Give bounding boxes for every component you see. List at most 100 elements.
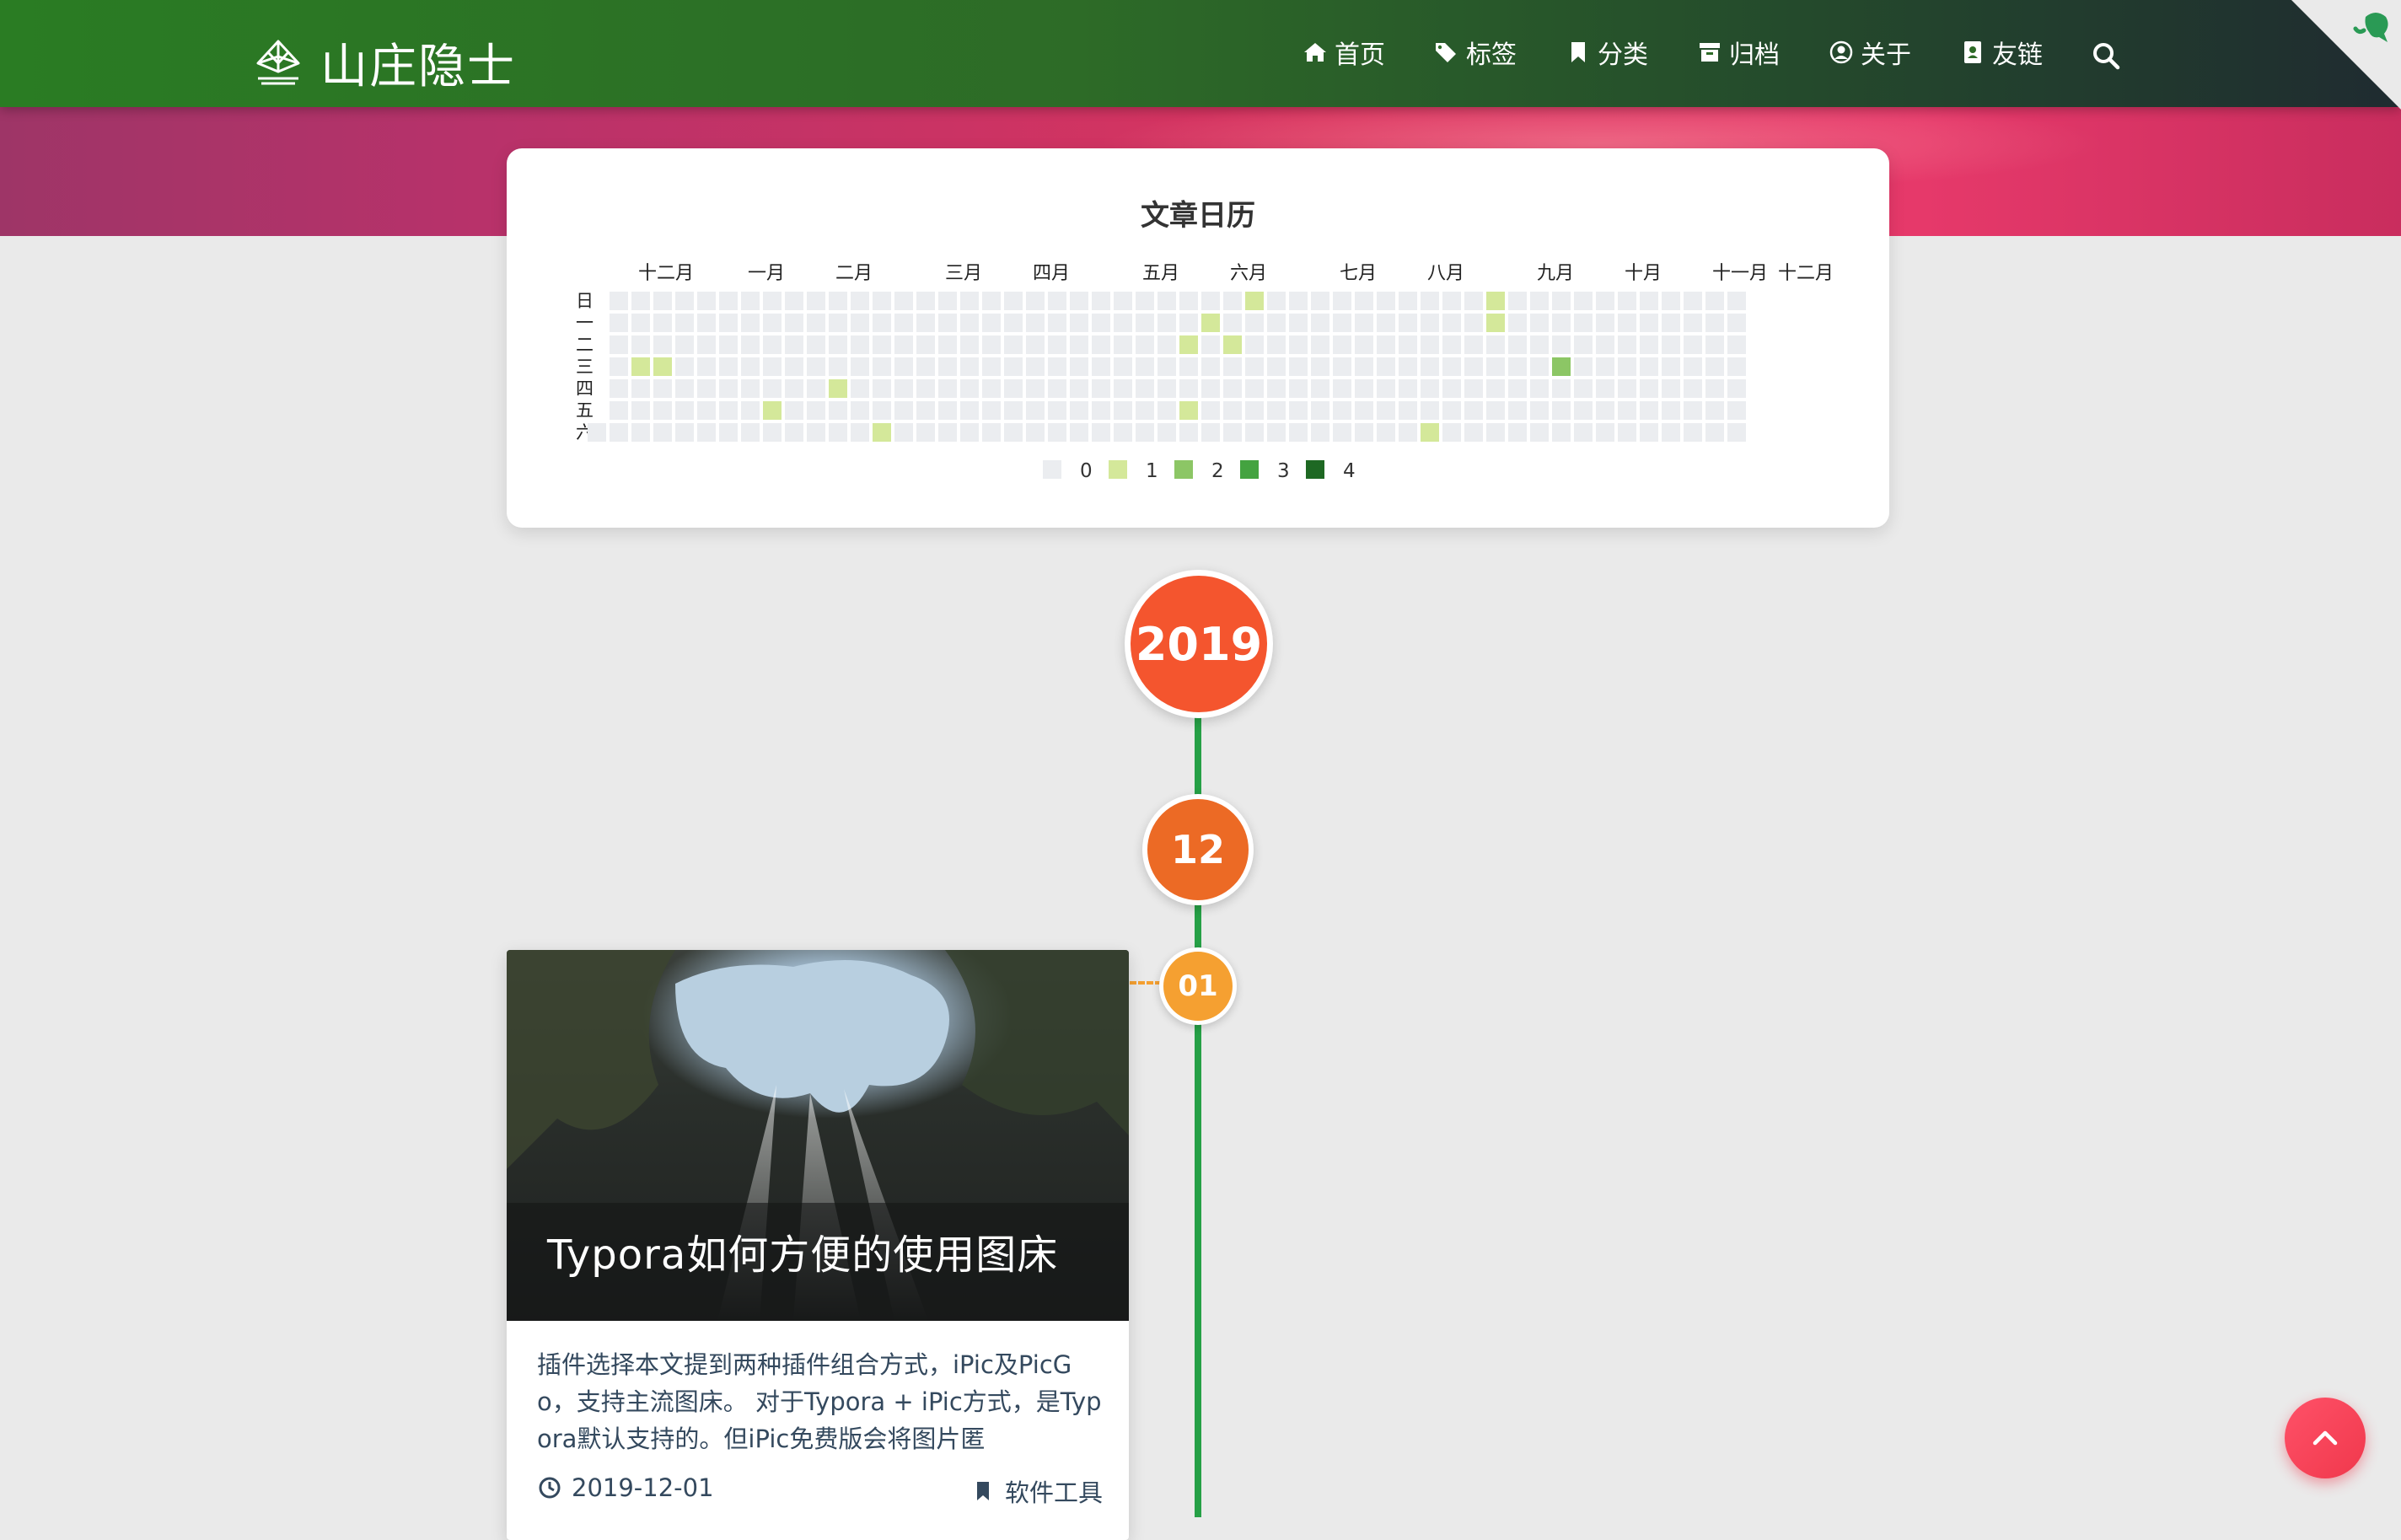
- calendar-day-cell[interactable]: [741, 379, 760, 398]
- calendar-day-cell[interactable]: [653, 379, 672, 398]
- calendar-day-cell[interactable]: [763, 314, 782, 332]
- calendar-day-cell[interactable]: [894, 423, 913, 442]
- calendar-day-cell[interactable]: [1158, 357, 1176, 376]
- calendar-day-cell[interactable]: [1355, 314, 1373, 332]
- calendar-day-cell[interactable]: [1552, 379, 1571, 398]
- calendar-day-cell[interactable]: [1311, 335, 1329, 354]
- calendar-day-cell[interactable]: [1705, 314, 1724, 332]
- calendar-day-cell[interactable]: [1662, 401, 1680, 420]
- calendar-day-cell[interactable]: [829, 423, 847, 442]
- calendar-day-cell[interactable]: [1705, 357, 1724, 376]
- calendar-day-cell[interactable]: [1158, 401, 1176, 420]
- calendar-day-cell[interactable]: [1092, 379, 1110, 398]
- calendar-day-cell[interactable]: [851, 335, 869, 354]
- calendar-day-cell[interactable]: [719, 401, 738, 420]
- calendar-day-cell[interactable]: [1311, 292, 1329, 310]
- calendar-day-cell[interactable]: [1399, 314, 1417, 332]
- calendar-day-cell[interactable]: [1333, 423, 1351, 442]
- calendar-day-cell[interactable]: [807, 314, 825, 332]
- calendar-day-cell[interactable]: [1136, 292, 1154, 310]
- calendar-day-cell[interactable]: [697, 401, 716, 420]
- calendar-day-cell[interactable]: [1705, 335, 1724, 354]
- calendar-day-cell[interactable]: [1421, 423, 1439, 442]
- post-cover-image[interactable]: Typora如何方便的使用图床: [507, 950, 1129, 1321]
- calendar-day-cell[interactable]: [1530, 335, 1549, 354]
- calendar-day-cell[interactable]: [960, 292, 979, 310]
- calendar-day-cell[interactable]: [1070, 357, 1088, 376]
- calendar-day-cell[interactable]: [653, 314, 672, 332]
- calendar-day-cell[interactable]: [1377, 335, 1395, 354]
- calendar-day-cell[interactable]: [982, 379, 1001, 398]
- calendar-day-cell[interactable]: [1618, 401, 1636, 420]
- calendar-day-cell[interactable]: [1092, 292, 1110, 310]
- calendar-day-cell[interactable]: [1092, 423, 1110, 442]
- calendar-day-cell[interactable]: [1311, 379, 1329, 398]
- calendar-day-cell[interactable]: [1442, 292, 1461, 310]
- calendar-day-cell[interactable]: [675, 335, 694, 354]
- calendar-day-cell[interactable]: [1508, 401, 1527, 420]
- calendar-day-cell[interactable]: [1004, 314, 1023, 332]
- calendar-day-cell[interactable]: [1596, 335, 1614, 354]
- calendar-day-cell[interactable]: [1530, 379, 1549, 398]
- calendar-day-cell[interactable]: [1596, 357, 1614, 376]
- calendar-day-cell[interactable]: [1640, 423, 1658, 442]
- calendar-day-cell[interactable]: [829, 401, 847, 420]
- nav-item-tags[interactable]: 标签: [1434, 34, 1517, 71]
- calendar-day-cell[interactable]: [763, 335, 782, 354]
- calendar-day-cell[interactable]: [1004, 292, 1023, 310]
- calendar-day-cell[interactable]: [1026, 379, 1045, 398]
- calendar-day-cell[interactable]: [610, 357, 628, 376]
- calendar-day-cell[interactable]: [1662, 335, 1680, 354]
- calendar-day-cell[interactable]: [938, 357, 957, 376]
- calendar-day-cell[interactable]: [1267, 314, 1286, 332]
- calendar-day-cell[interactable]: [807, 379, 825, 398]
- calendar-day-cell[interactable]: [1201, 423, 1220, 442]
- calendar-day-cell[interactable]: [1201, 335, 1220, 354]
- calendar-day-cell[interactable]: [1311, 423, 1329, 442]
- calendar-day-cell[interactable]: [1640, 314, 1658, 332]
- calendar-day-cell[interactable]: [1442, 379, 1461, 398]
- site-brand[interactable]: 山庄隐士: [253, 29, 516, 97]
- calendar-day-cell[interactable]: [1223, 292, 1242, 310]
- calendar-day-cell[interactable]: [1530, 314, 1549, 332]
- calendar-day-cell[interactable]: [1158, 335, 1176, 354]
- calendar-day-cell[interactable]: [851, 292, 869, 310]
- calendar-day-cell[interactable]: [653, 401, 672, 420]
- calendar-day-cell[interactable]: [1114, 357, 1132, 376]
- calendar-day-cell[interactable]: [675, 423, 694, 442]
- calendar-day-cell[interactable]: [1092, 401, 1110, 420]
- calendar-day-cell[interactable]: [763, 423, 782, 442]
- calendar-day-cell[interactable]: [675, 379, 694, 398]
- calendar-day-cell[interactable]: [1267, 401, 1286, 420]
- calendar-day-cell[interactable]: [938, 314, 957, 332]
- calendar-day-cell[interactable]: [1421, 335, 1439, 354]
- calendar-day-cell[interactable]: [1004, 401, 1023, 420]
- calendar-day-cell[interactable]: [1136, 335, 1154, 354]
- calendar-day-cell[interactable]: [1136, 401, 1154, 420]
- calendar-day-cell[interactable]: [1026, 314, 1045, 332]
- calendar-day-cell[interactable]: [916, 314, 935, 332]
- calendar-day-cell[interactable]: [873, 292, 891, 310]
- calendar-day-cell[interactable]: [741, 335, 760, 354]
- search-button[interactable]: [2091, 40, 2121, 74]
- calendar-day-cell[interactable]: [894, 292, 913, 310]
- calendar-day-cell[interactable]: [1442, 423, 1461, 442]
- nav-item-categories[interactable]: 分类: [1566, 34, 1648, 71]
- calendar-day-cell[interactable]: [938, 401, 957, 420]
- calendar-day-cell[interactable]: [785, 357, 803, 376]
- calendar-day-cell[interactable]: [851, 423, 869, 442]
- calendar-day-cell[interactable]: [1508, 292, 1527, 310]
- calendar-day-cell[interactable]: [1333, 314, 1351, 332]
- calendar-day-cell[interactable]: [1530, 292, 1549, 310]
- calendar-day-cell[interactable]: [1267, 423, 1286, 442]
- calendar-day-cell[interactable]: [1662, 292, 1680, 310]
- calendar-day-cell[interactable]: [1596, 401, 1614, 420]
- calendar-day-cell[interactable]: [1618, 379, 1636, 398]
- calendar-day-cell[interactable]: [1530, 423, 1549, 442]
- calendar-day-cell[interactable]: [697, 335, 716, 354]
- calendar-day-cell[interactable]: [1223, 401, 1242, 420]
- calendar-day-cell[interactable]: [1289, 401, 1308, 420]
- calendar-day-cell[interactable]: [1201, 401, 1220, 420]
- calendar-day-cell[interactable]: [1223, 379, 1242, 398]
- calendar-day-cell[interactable]: [1070, 314, 1088, 332]
